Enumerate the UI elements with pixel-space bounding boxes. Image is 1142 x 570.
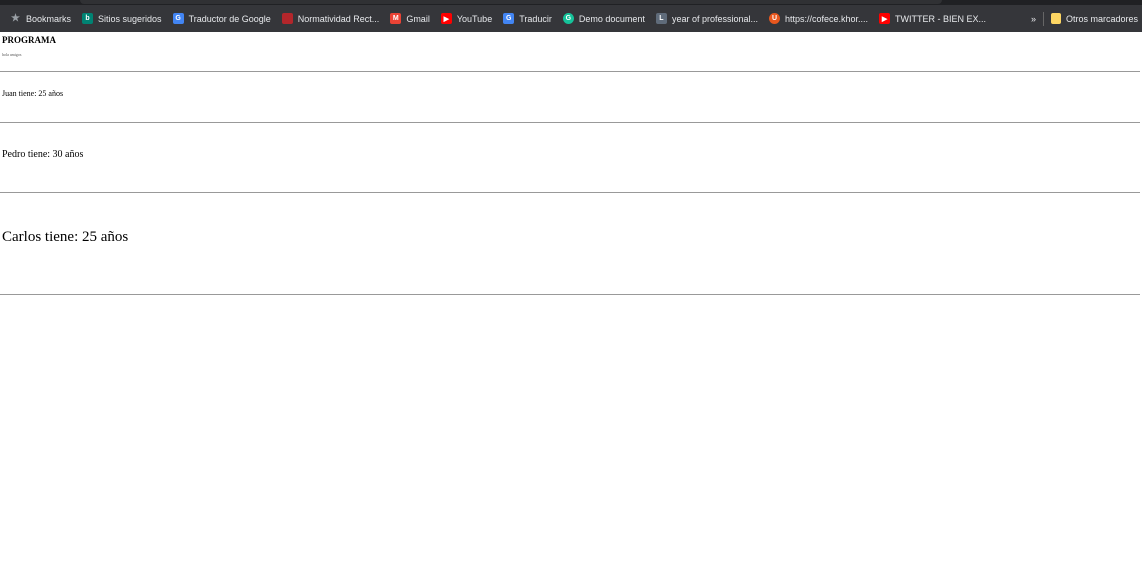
bing-icon: b [82,13,94,24]
u-icon: U [768,13,780,24]
divider [0,71,1140,72]
text-line-juan: Juan tiene: 25 años [2,89,64,98]
text-line-carlos: Carlos tiene: 25 años [2,229,129,245]
bookmark-item[interactable]: Uhttps://cofece.khor.... [768,13,869,24]
grammarly-icon: G [562,13,574,24]
divider [0,294,1140,295]
bookmark-label: Traducir [519,13,552,24]
bookmark-item[interactable]: M Gmail [390,13,430,24]
bookmark-label: year of professional... [671,13,758,24]
bookmark-label: https://cofece.khor.... [784,13,869,24]
other-bookmarks-folder[interactable]: Otros marcadores [1050,13,1138,24]
bookmarks-bar: ★ Bookmarks b Sitios sugeridos G Traductor de… [0,5,1142,32]
star-icon: ★ [11,13,20,24]
youtube-icon: ▶ [440,13,452,24]
bookmark-item[interactable]: ▶ TWITTER - BIEN EX... [879,13,986,24]
bookmark-label: Bookmarks [26,13,72,24]
separator [1042,11,1044,26]
bookmark-label: TWITTER - BIEN EX... [895,13,987,24]
bookmark-label: Sitios sugeridos [98,13,162,24]
bookmark-label: Gmail [406,13,430,24]
bookmark-item[interactable]: G Traductor de Google [172,13,271,24]
browser-toolbar-edge [0,0,1142,5]
youtube-icon: ▶ [879,13,891,24]
google-translate-icon: G [503,13,515,24]
bookmark-label: Demo document [578,13,645,24]
bookmark-item[interactable]: Normatividad Rect... [281,13,380,24]
bookmark-item[interactable]: G Demo document [562,13,645,24]
bookmark-label: Normatividad Rect... [297,13,380,24]
normatividad-icon [281,13,293,24]
bookmark-item[interactable]: ★ Bookmarks [10,13,71,24]
folder-icon [1050,13,1061,24]
bookmark-item[interactable]: G Traducir [503,13,552,24]
divider [0,192,1140,193]
bookmark-item[interactable]: Lyear of professional... [655,13,758,24]
other-bookmarks-label: Otros marcadores [1065,13,1138,24]
page-content: PROGRAMA hola amigos [0,35,1142,57]
script-l-icon: L [655,13,667,24]
page-subtitle: hola amigos [2,52,22,57]
google-translate-icon: G [172,13,184,24]
page-title: PROGRAMA [2,35,56,45]
bookmark-item[interactable]: ▶ YouTube [440,13,493,24]
bookmarks-overflow-button[interactable]: » [1031,14,1036,24]
address-bar[interactable] [80,0,942,4]
text-line-pedro: Pedro tiene: 30 años [2,149,84,160]
bookmark-item[interactable]: b Sitios sugeridos [82,13,162,24]
divider [0,122,1140,123]
gmail-icon: M [390,13,402,24]
bookmark-label: YouTube [456,13,493,24]
bookmark-label: Traductor de Google [188,13,271,24]
